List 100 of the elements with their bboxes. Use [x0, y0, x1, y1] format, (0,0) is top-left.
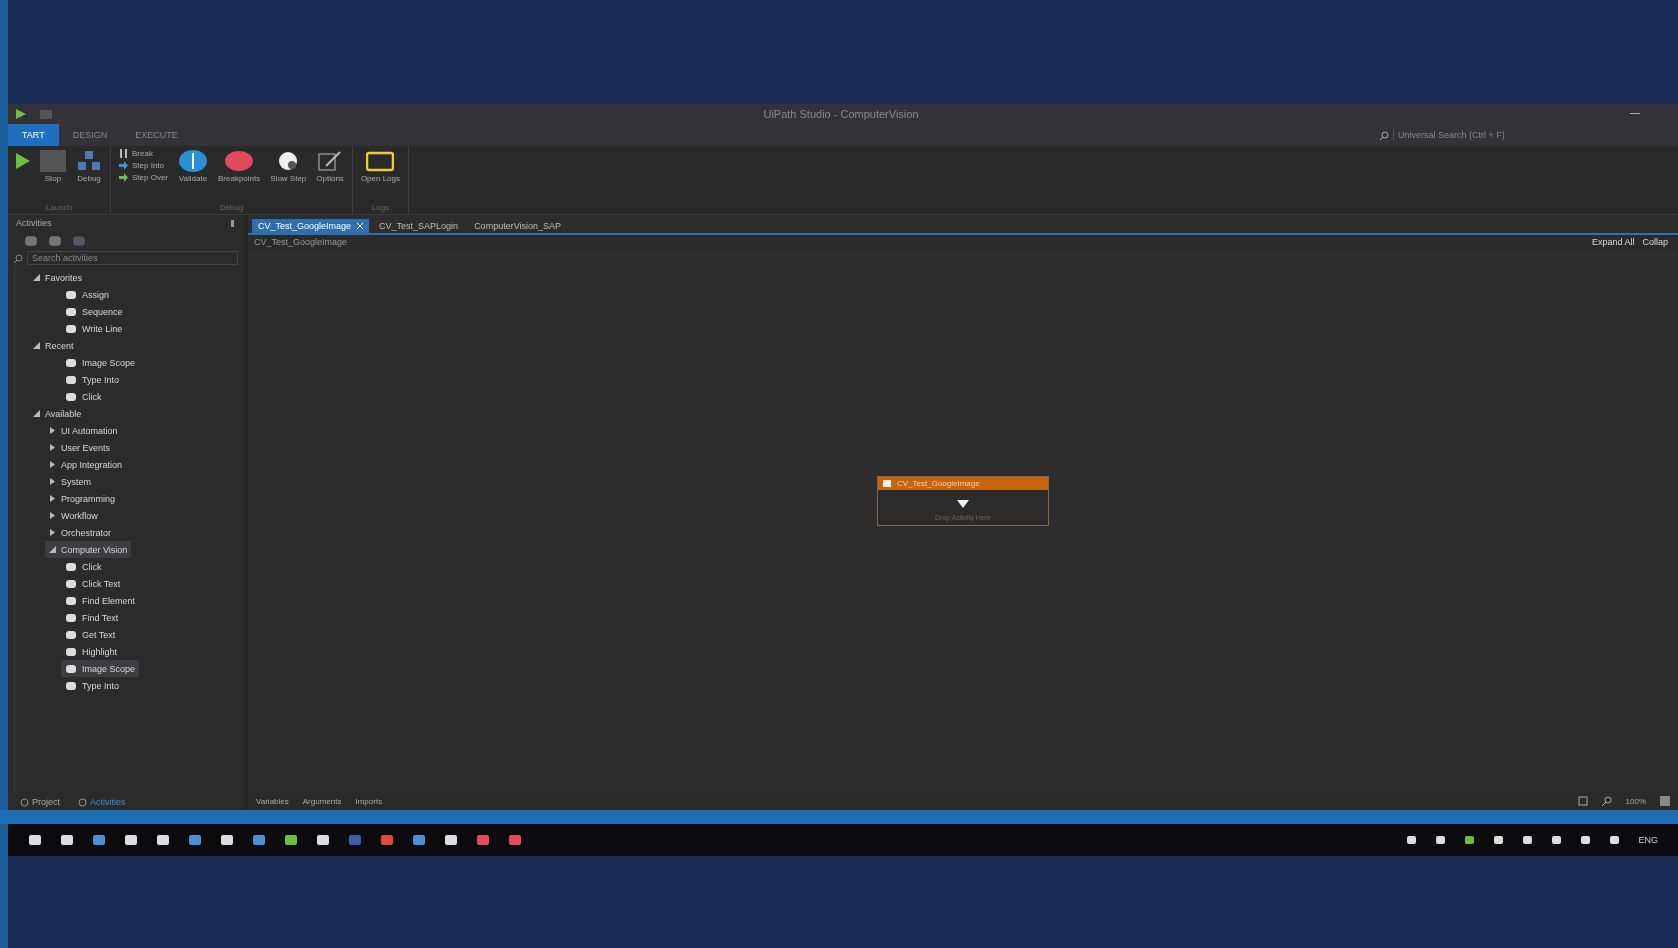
ribbon-button[interactable]: Validate: [176, 148, 210, 185]
taskbar-app-icon[interactable]: [252, 834, 266, 846]
tab-icon: [20, 797, 29, 807]
collapsed-caret-icon[interactable]: [49, 495, 56, 502]
designer-footer-tab[interactable]: Imports: [355, 796, 383, 806]
universal-search-field[interactable]: Universal Search (Ctrl + F): [1393, 129, 1552, 141]
activity-tree-item[interactable]: Find Element: [61, 592, 140, 609]
activity-tree-item[interactable]: Type Into: [61, 677, 124, 694]
activity-tree-item[interactable]: Recent: [29, 337, 78, 354]
tray-icon[interactable]: [1493, 835, 1505, 845]
collapsed-caret-icon[interactable]: [49, 461, 56, 468]
expanded-caret-icon[interactable]: [33, 274, 40, 281]
overview-icon[interactable]: [1577, 796, 1588, 806]
sequence-title: CV_Test_GoogleImage: [897, 478, 980, 488]
collapse-link[interactable]: Collap: [1638, 237, 1672, 247]
panel-tab[interactable]: Project: [14, 796, 66, 808]
ribbon-button[interactable]: Options: [314, 148, 346, 185]
taskbar-app-icon[interactable]: [156, 834, 170, 846]
activity-tree-item[interactable]: System: [45, 473, 95, 490]
tray-icon[interactable]: [1580, 835, 1592, 845]
validate-icon: [178, 150, 208, 172]
ribbon-tab[interactable]: DESIGN: [58, 124, 122, 146]
activity-tree-item[interactable]: Favorites: [29, 269, 86, 286]
tray-icon[interactable]: [1464, 835, 1476, 845]
minimize-icon[interactable]: [1630, 113, 1640, 115]
ribbon-tab[interactable]: TART: [8, 124, 59, 146]
folder-icon: [366, 150, 395, 172]
taskbar-app-icon[interactable]: [284, 834, 298, 846]
search-icon[interactable]: [1601, 796, 1612, 806]
activity-tree-item[interactable]: Click: [61, 558, 106, 575]
expanded-caret-icon[interactable]: [33, 342, 40, 349]
ribbon-tab[interactable]: EXECUTE: [121, 124, 192, 146]
ribbon-button[interactable]: Slow Step: [268, 148, 309, 185]
activity-tree-item[interactable]: Programming: [45, 490, 120, 507]
activity-tree-item[interactable]: App Integration: [45, 456, 127, 473]
activity-tree-item[interactable]: Computer Vision: [45, 541, 132, 558]
tray-icon[interactable]: [1609, 835, 1621, 845]
tray-icon[interactable]: [1406, 835, 1418, 845]
taskbar-app-icon[interactable]: [60, 834, 74, 846]
activity-icon: [65, 628, 77, 641]
activity-tree-item[interactable]: Image Scope: [61, 354, 140, 371]
document-tab[interactable]: CV_Test_GoogleImage: [252, 219, 370, 233]
expand-all-link[interactable]: Expand All: [1587, 237, 1639, 247]
taskbar-app-icon[interactable]: [92, 834, 106, 846]
tab-icon: [78, 797, 87, 807]
tray-icon[interactable]: [1551, 835, 1563, 845]
expanded-caret-icon[interactable]: [33, 410, 40, 417]
ribbon-button[interactable]: Open Logs: [358, 148, 402, 185]
activity-icon: [65, 611, 77, 624]
activity-tree-item[interactable]: Image Scope: [61, 660, 140, 677]
close-icon[interactable]: [357, 223, 364, 229]
collapsed-caret-icon[interactable]: [49, 444, 56, 451]
activity-tree-item[interactable]: Get Text: [61, 626, 120, 643]
taskbar-app-icon[interactable]: [220, 834, 234, 846]
ribbon-button[interactable]: Step Over: [117, 172, 170, 183]
document-tab[interactable]: CV_Test_SAPLogin: [373, 219, 465, 233]
taskbar-app-icon[interactable]: [412, 834, 426, 846]
activity-tree-item[interactable]: Available: [29, 405, 86, 422]
taskbar-app-icon[interactable]: [28, 834, 42, 846]
ribbon-button[interactable]: Step Into: [117, 160, 170, 171]
activity-tree-item[interactable]: Orchestrator: [45, 524, 115, 541]
taskbar-app-icon[interactable]: [316, 834, 330, 846]
panel-title: Activities: [16, 218, 53, 228]
activity-search-field[interactable]: Search activities: [27, 251, 238, 265]
activity-tree-item[interactable]: Highlight: [61, 643, 122, 660]
activity-icon: [65, 373, 77, 386]
document-tab[interactable]: ComputerVision_SAP: [468, 219, 567, 233]
ribbon-button[interactable]: Debug: [74, 148, 104, 185]
activity-tree-item[interactable]: Type Into: [61, 371, 124, 388]
taskbar-app-icon[interactable]: [188, 834, 202, 846]
ribbon-button[interactable]: Breakpoints: [216, 148, 263, 185]
language-indicator[interactable]: ENG: [1638, 835, 1658, 845]
panel-tab[interactable]: Activities: [72, 796, 132, 808]
play-icon[interactable]: [16, 109, 26, 119]
activity-tree-item[interactable]: User Events: [45, 439, 115, 456]
ribbon-button[interactable]: Stop: [38, 148, 68, 185]
collapsed-caret-icon[interactable]: [49, 478, 56, 485]
collapsed-caret-icon[interactable]: [49, 529, 56, 536]
zoom-level[interactable]: 100%: [1625, 796, 1646, 806]
tray-icon[interactable]: [1435, 835, 1447, 845]
activity-tree-item[interactable]: Find Text: [61, 609, 123, 626]
taskbar-app-icon[interactable]: [444, 834, 458, 846]
activity-tree-item[interactable]: Write Line: [61, 320, 127, 337]
activity-icon: [65, 662, 77, 675]
activity-tree-item[interactable]: Click: [61, 388, 106, 405]
taskbar-app-icon[interactable]: [124, 834, 138, 846]
designer-footer-tab[interactable]: Arguments: [302, 796, 342, 806]
pause-icon: [119, 149, 128, 158]
activity-tree-item[interactable]: Sequence: [61, 303, 127, 320]
collapsed-caret-icon[interactable]: [49, 427, 56, 434]
activity-tree-item[interactable]: Workflow: [45, 507, 102, 524]
activity-tree-item[interactable]: Assign: [61, 286, 113, 303]
tray-icon[interactable]: [1522, 835, 1534, 845]
ribbon-button[interactable]: Break: [117, 148, 170, 159]
activity-tree-item[interactable]: Click Text: [61, 575, 125, 592]
designer-footer-tab[interactable]: Variables: [256, 796, 289, 806]
collapsed-caret-icon[interactable]: [49, 512, 56, 519]
activity-tree-item[interactable]: UI Automation: [45, 422, 122, 439]
expanded-caret-icon[interactable]: [49, 546, 56, 553]
debug-icon: [76, 150, 102, 172]
